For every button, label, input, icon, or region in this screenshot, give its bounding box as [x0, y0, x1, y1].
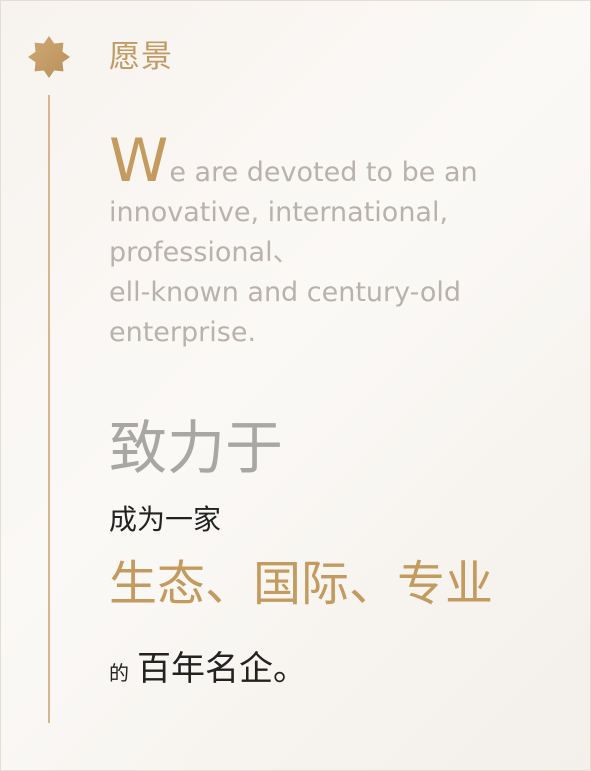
timeline-line [48, 95, 50, 723]
vision-chinese-ending: 的百年名企。 [109, 641, 307, 690]
vision-english-line-2: innovative, international, [109, 197, 449, 228]
vision-chinese-ending-small: 的 [109, 661, 129, 685]
vision-english-line-4: ell-known and century-old [109, 277, 462, 308]
vision-english-line-1-text: e are devoted to be an [169, 157, 478, 188]
vision-english-block: We are devoted to be an innovative, inte… [109, 131, 539, 353]
eight-point-star-badge-icon [28, 36, 70, 78]
section-title: 愿景 [109, 39, 173, 75]
vision-chinese-headline: 致力于 [109, 414, 284, 482]
vision-page: 愿景 We are devoted to be an innovative, i… [0, 0, 591, 771]
vision-chinese-emphasis: 生态、国际、专业 [109, 556, 494, 612]
vision-english-line-3: professional、 [109, 237, 300, 268]
drop-cap: W [109, 126, 169, 196]
vision-chinese-subline: 成为一家 [109, 503, 222, 536]
vision-chinese-ending-big: 百年名企。 [137, 649, 307, 689]
vision-english-line-5: enterprise. [109, 317, 257, 348]
vision-english-line-1: We are devoted to be an [109, 131, 539, 193]
